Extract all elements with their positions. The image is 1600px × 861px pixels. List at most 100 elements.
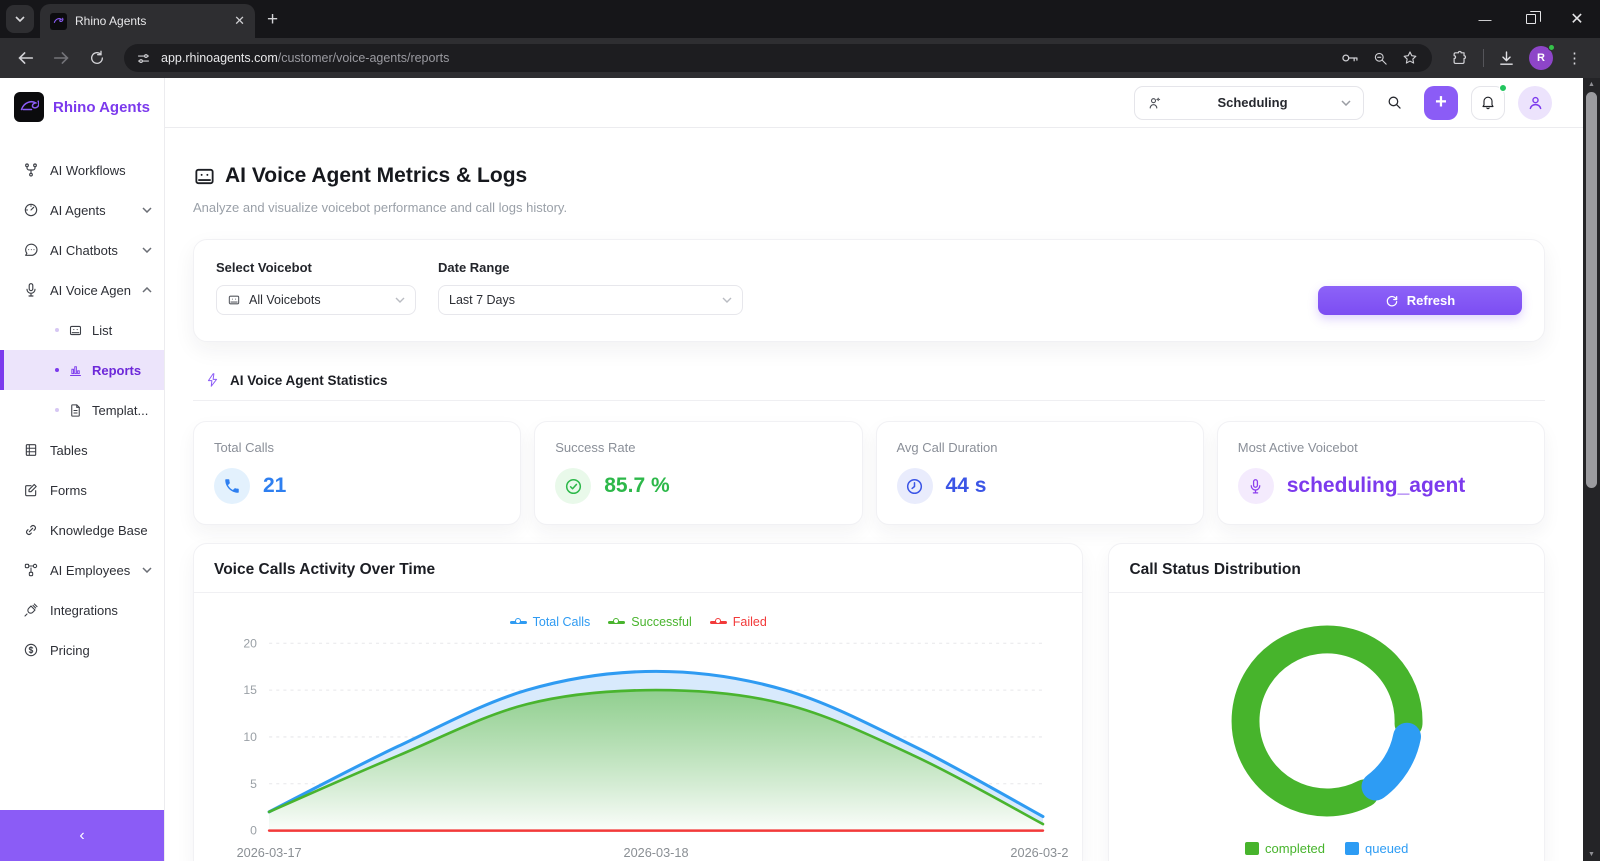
chevron-down-icon [722, 297, 732, 303]
url-bar[interactable]: app.rhinoagents.com/customer/voice-agent… [124, 44, 1432, 72]
scrollbar-thumb[interactable] [1586, 92, 1597, 488]
bot-icon [227, 293, 241, 307]
bullet-dot [55, 408, 59, 412]
chevron-down-icon [15, 16, 25, 22]
refresh-button[interactable]: Refresh [1318, 286, 1522, 315]
sidebar-item-ai-chatbots[interactable]: AI Chatbots [0, 230, 164, 270]
document-icon [68, 403, 83, 418]
page-content: AI Voice Agent Metrics & Logs Analyze an… [165, 128, 1600, 861]
stats-section-title: AI Voice Agent Statistics [230, 372, 388, 388]
legend-label: queued [1365, 841, 1409, 856]
sidebar-item-ai-employees[interactable]: AI Employees [0, 550, 164, 590]
legend-item[interactable]: Successful [608, 615, 692, 629]
bar-chart-icon [68, 363, 83, 378]
brand[interactable]: Rhino Agents [0, 78, 164, 136]
donut-chart-legend: completed queued [1245, 841, 1408, 856]
legend-label: Failed [732, 615, 767, 629]
sidebar-subitem-reports[interactable]: Reports [0, 350, 164, 390]
legend-marker [509, 618, 527, 624]
chevron-down-icon [1341, 99, 1351, 106]
chat-bubble-icon [22, 242, 39, 258]
browser-menu-icon[interactable]: ⋮ [1567, 49, 1582, 67]
daterange-select-value: Last 7 Days [449, 293, 516, 307]
tab-strip: Rhino Agents ✕ + — ✕ [0, 0, 1600, 38]
daterange-filter-label: Date Range [438, 260, 510, 275]
sidebar-collapse-button[interactable]: ‹ [0, 810, 164, 861]
sidebar-item-integrations[interactable]: Integrations [0, 590, 164, 630]
page-scrollbar[interactable]: ▲ ▼ [1583, 78, 1600, 861]
lightning-icon [207, 373, 218, 387]
bookmark-star-icon[interactable] [1402, 50, 1418, 66]
scroll-up-icon[interactable]: ▲ [1583, 78, 1600, 91]
browser-profile-avatar[interactable]: R [1529, 44, 1555, 70]
tab-close-icon[interactable]: ✕ [234, 13, 245, 29]
scroll-down-icon[interactable]: ▼ [1583, 848, 1600, 861]
sidebar-item-pricing[interactable]: Pricing [0, 630, 164, 670]
sidebar-subitem-templates[interactable]: Templat... [0, 390, 164, 430]
agent-selector-value: Scheduling [1217, 95, 1288, 110]
url-host: app.rhinoagents.com [161, 51, 278, 65]
browser-toolbar: app.rhinoagents.com/customer/voice-agent… [0, 38, 1600, 78]
agent-selector-dropdown[interactable]: Scheduling [1134, 85, 1364, 120]
dollar-circle-icon [22, 642, 39, 658]
notifications-button[interactable] [1471, 83, 1507, 120]
user-menu-button[interactable] [1518, 85, 1552, 120]
daterange-select[interactable]: Last 7 Days [438, 285, 743, 315]
stat-card-most-active: Most Active Voicebot scheduling_agent [1216, 421, 1545, 525]
legend-item[interactable]: Total Calls [509, 615, 591, 629]
sidebar-item-tables[interactable]: Tables [0, 430, 164, 470]
donut-chart[interactable] [1209, 593, 1445, 839]
forward-button[interactable] [46, 43, 76, 73]
svg-text:2026-03-18: 2026-03-18 [624, 845, 689, 860]
window-restore-button[interactable] [1508, 0, 1554, 38]
sidebar-item-label: AI Chatbots [50, 242, 118, 258]
sidebar-item-label: Integrations [50, 602, 118, 618]
search-button[interactable] [1377, 86, 1411, 120]
legend-marker [709, 618, 727, 624]
legend-item[interactable]: Failed [709, 615, 767, 629]
sidebar-item-ai-agents[interactable]: AI Agents [0, 190, 164, 230]
stat-label: Success Rate [555, 440, 636, 455]
sidebar-item-knowledge-base[interactable]: Knowledge Base [0, 510, 164, 550]
legend-label: completed [1265, 841, 1326, 856]
legend-label: Total Calls [532, 615, 591, 629]
password-key-icon[interactable] [1341, 52, 1359, 64]
voicebot-select-value: All Voicebots [249, 293, 321, 307]
sidebar-item-forms[interactable]: Forms [0, 470, 164, 510]
stat-value: 21 [263, 474, 287, 497]
org-nodes-icon [22, 562, 39, 578]
browser-tab[interactable]: Rhino Agents ✕ [40, 4, 255, 38]
add-button[interactable]: + [1424, 85, 1458, 120]
line-chart[interactable]: 0 5 10 15 20 2026-03-17 2026-03-18 2026-03-24 [194, 629, 1082, 861]
sidebar-item-label: Knowledge Base [50, 522, 148, 538]
extensions-icon[interactable] [1452, 50, 1469, 67]
sidebar-item-ai-voice-agents[interactable]: AI Voice Agents [0, 270, 164, 310]
donut-chart-card: Call Status Distribution completed queued [1108, 543, 1545, 861]
refresh-icon [1386, 295, 1398, 306]
sidebar: Rhino Agents AI Workflows AI Agents AI C… [0, 78, 165, 861]
chevron-up-icon [142, 287, 152, 293]
sidebar-item-label: Tables [50, 442, 88, 458]
site-settings-icon[interactable] [136, 51, 151, 66]
legend-item[interactable]: queued [1345, 841, 1408, 856]
window-close-button[interactable]: ✕ [1554, 0, 1600, 38]
clock-icon [896, 468, 933, 504]
sidebar-item-label: List [92, 322, 113, 338]
window-minimize-button[interactable]: — [1462, 0, 1508, 38]
tab-search-button[interactable] [6, 5, 34, 33]
reload-button[interactable] [82, 43, 112, 73]
url-text[interactable]: app.rhinoagents.com/customer/voice-agent… [161, 51, 1331, 65]
new-tab-button[interactable]: + [267, 9, 278, 31]
section-divider [193, 400, 1545, 401]
zoom-icon[interactable] [1373, 51, 1388, 66]
downloads-icon[interactable] [1498, 50, 1515, 67]
card-divider [194, 592, 1083, 593]
legend-item[interactable]: completed [1245, 841, 1325, 856]
sidebar-item-label: AI Workflows [50, 162, 126, 178]
sidebar-subitem-list[interactable]: List [0, 310, 164, 350]
filters-panel: Select Voicebot All Voicebots Date Range… [193, 239, 1545, 342]
sidebar-item-ai-workflows[interactable]: AI Workflows [0, 150, 164, 190]
back-button[interactable] [10, 43, 40, 73]
voicebot-select[interactable]: All Voicebots [216, 285, 416, 315]
link-icon [22, 522, 39, 538]
